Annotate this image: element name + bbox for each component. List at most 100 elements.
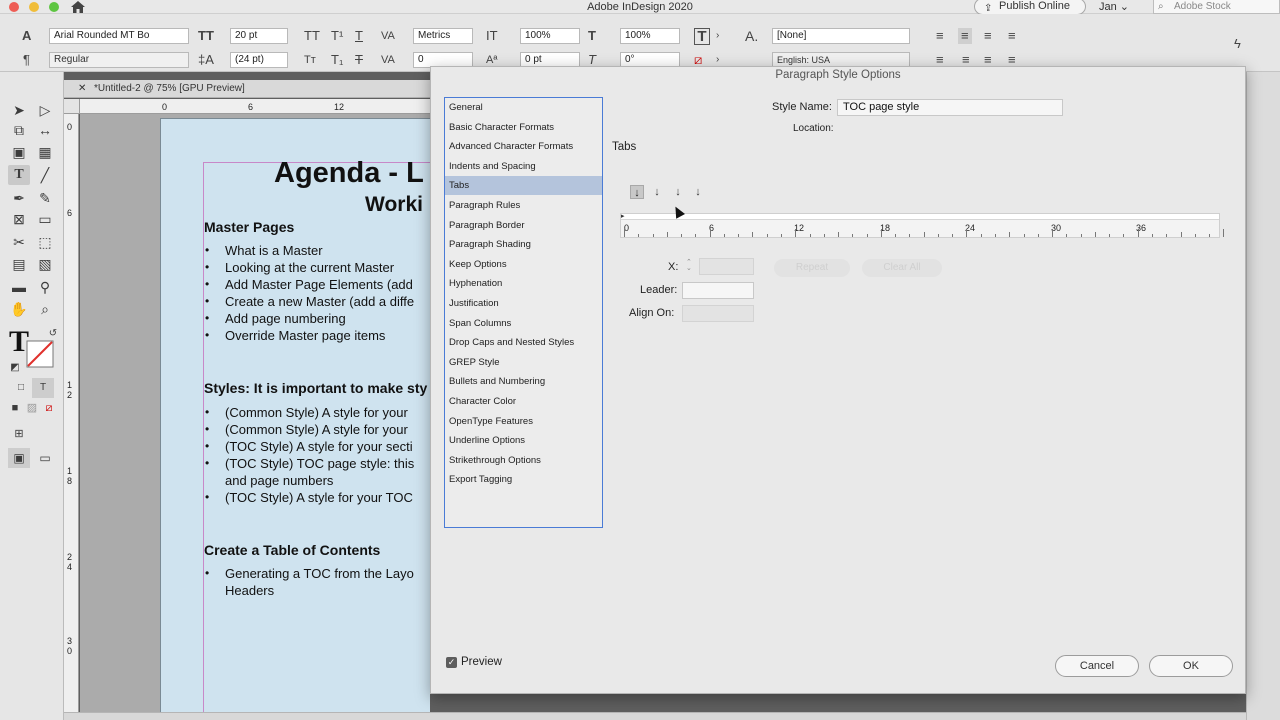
list-item[interactable]: (Common Style) A style for your (225, 422, 408, 437)
horizontal-ruler[interactable]: 0 6 12 (80, 99, 430, 114)
cancel-button[interactable]: Cancel (1055, 655, 1139, 677)
small-caps-icon[interactable]: Tт (304, 52, 316, 68)
paragraph-mode-icon[interactable]: ¶ (23, 52, 30, 68)
align-center-icon[interactable]: ≡ (958, 28, 972, 44)
preview-view-icon[interactable]: ▭ (34, 448, 56, 468)
indent-marker-icon[interactable]: ▸ (621, 212, 625, 220)
type-tool-icon[interactable]: T (8, 165, 30, 185)
character-style-dropdown[interactable]: [None] (772, 28, 910, 44)
category-item[interactable]: Advanced Character Formats (445, 137, 602, 156)
repeat-tab-button[interactable]: Repeat (774, 259, 850, 277)
list-item[interactable]: Headers (225, 583, 274, 598)
vertical-scale-field[interactable]: 100% (520, 28, 580, 44)
free-transform-tool-icon[interactable]: ⬚ (34, 232, 56, 252)
lightning-icon[interactable]: ϟ (1234, 36, 1241, 52)
category-item[interactable]: Drop Caps and Nested Styles (445, 333, 602, 352)
list-item[interactable]: Add page numbering (225, 311, 346, 326)
scissors-tool-icon[interactable]: ✂ (8, 232, 30, 252)
strikethrough-icon[interactable]: T (355, 52, 363, 68)
hand-tool-icon[interactable]: ✋ (8, 299, 30, 319)
underline-icon[interactable]: T (355, 28, 363, 44)
font-size-field[interactable]: 20 pt (230, 28, 288, 44)
selection-tool-icon[interactable]: ➤ (8, 100, 30, 120)
leader-field[interactable] (682, 282, 754, 299)
category-item[interactable]: Paragraph Border (445, 216, 602, 235)
tab-stop-track[interactable] (621, 214, 1219, 220)
list-item[interactable]: (TOC Style) TOC page style: this (225, 456, 414, 471)
stroke-swatch-icon[interactable] (26, 340, 54, 368)
category-item[interactable]: Character Color (445, 392, 602, 411)
x-stepper-icon[interactable]: ⌃ ⌄ (686, 259, 692, 272)
leading-field[interactable]: (24 pt) (230, 52, 288, 68)
all-caps-icon[interactable]: TT (304, 28, 320, 44)
kerning-field[interactable]: Metrics (413, 28, 473, 44)
gradient-swatch-tool-icon[interactable]: ▤ (8, 254, 30, 274)
center-justified-tab-icon[interactable]: ↓ (650, 185, 664, 199)
formatting-text-icon[interactable]: T (32, 378, 54, 398)
list-item[interactable]: Looking at the current Master (225, 260, 394, 275)
chevron-right-icon[interactable]: › (716, 28, 719, 44)
formatting-container-icon[interactable]: □ (10, 378, 32, 398)
list-item[interactable]: Override Master page items (225, 328, 385, 343)
right-justified-tab-icon[interactable]: ↓ (671, 185, 685, 199)
note-tool-icon[interactable]: ▬ (8, 277, 30, 297)
category-item[interactable]: Justification (445, 294, 602, 313)
default-fill-stroke-icon[interactable]: ◩ (4, 358, 26, 378)
pencil-tool-icon[interactable]: ✎ (34, 188, 56, 208)
style-name-field[interactable]: TOC page style (837, 99, 1063, 116)
category-item[interactable]: GREP Style (445, 353, 602, 372)
screen-mode-icon[interactable]: ⊞ (8, 424, 30, 444)
user-menu[interactable]: Jan ⌄ (1099, 0, 1129, 14)
category-item[interactable]: Strikethrough Options (445, 451, 602, 470)
normal-view-icon[interactable]: ▣ (8, 448, 30, 468)
category-item[interactable]: Span Columns (445, 314, 602, 333)
list-item[interactable]: What is a Master (225, 243, 323, 258)
category-item[interactable]: Paragraph Rules (445, 196, 602, 215)
font-style-field[interactable]: Regular (49, 52, 189, 68)
pen-tool-icon[interactable]: ✒ (8, 188, 30, 208)
category-item[interactable]: Indents and Spacing (445, 157, 602, 176)
zoom-tool-icon[interactable]: ⌕ (34, 299, 56, 319)
rectangle-tool-icon[interactable]: ▭ (34, 209, 56, 229)
category-item[interactable]: Basic Character Formats (445, 118, 602, 137)
category-item[interactable]: Bullets and Numbering (445, 372, 602, 391)
content-placer-icon[interactable]: ▦ (34, 142, 56, 162)
publish-online-button[interactable]: ⇪ Publish Online (974, 0, 1086, 15)
ruler-origin[interactable] (64, 99, 80, 114)
fill-text-icon[interactable]: T (694, 28, 710, 45)
gradient-feather-tool-icon[interactable]: ▧ (34, 254, 56, 274)
left-justified-tab-icon[interactable]: ↓ (630, 185, 644, 199)
swap-fill-stroke-icon[interactable]: ↺ (42, 324, 64, 344)
apply-none-icon[interactable]: ⧄ (38, 398, 60, 418)
section-heading[interactable]: Master Pages (204, 219, 294, 235)
list-item[interactable]: Create a new Master (add a diffe (225, 294, 414, 309)
eyedropper-tool-icon[interactable]: ⚲ (34, 277, 56, 297)
category-item[interactable]: Export Tagging (445, 470, 602, 489)
tab-ruler[interactable]: ▸ 0 6 12 18 24 30 36 (620, 212, 1225, 238)
horizontal-scale-field[interactable]: 100% (620, 28, 680, 44)
superscript-icon[interactable]: T¹ (331, 28, 343, 44)
ok-button[interactable]: OK (1149, 655, 1233, 677)
list-item[interactable]: Add Master Page Elements (add (225, 277, 413, 292)
page-title[interactable]: Agenda - L (274, 157, 424, 190)
align-left-icon[interactable]: ≡ (936, 28, 944, 44)
category-item[interactable]: General (445, 98, 602, 117)
vertical-ruler[interactable]: 0 6 1 2 1 8 2 4 3 0 (64, 114, 79, 720)
list-item[interactable]: (TOC Style) A style for your TOC (225, 490, 413, 505)
clear-all-button[interactable]: Clear All (862, 259, 942, 277)
preview-checkbox[interactable]: ✓ (446, 657, 457, 668)
font-family-field[interactable]: Arial Rounded MT Bo (49, 28, 189, 44)
page-subtitle[interactable]: Worki (365, 193, 423, 217)
justify-icon[interactable]: ≡ (1008, 28, 1016, 44)
x-position-field[interactable] (699, 258, 754, 275)
list-item[interactable]: and page numbers (225, 473, 333, 488)
subscript-icon[interactable]: T₁ (331, 52, 343, 68)
category-item[interactable]: Hyphenation (445, 274, 602, 293)
align-right-icon[interactable]: ≡ (984, 28, 992, 44)
content-collector-icon[interactable]: ▣ (8, 142, 30, 162)
section-heading[interactable]: Styles: It is important to make sty (204, 380, 427, 396)
close-tab-icon[interactable]: ✕ (78, 80, 86, 98)
section-heading[interactable]: Create a Table of Contents (204, 542, 380, 558)
list-item[interactable]: (TOC Style) A style for your secti (225, 439, 413, 454)
category-item-selected[interactable]: Tabs (445, 176, 602, 196)
